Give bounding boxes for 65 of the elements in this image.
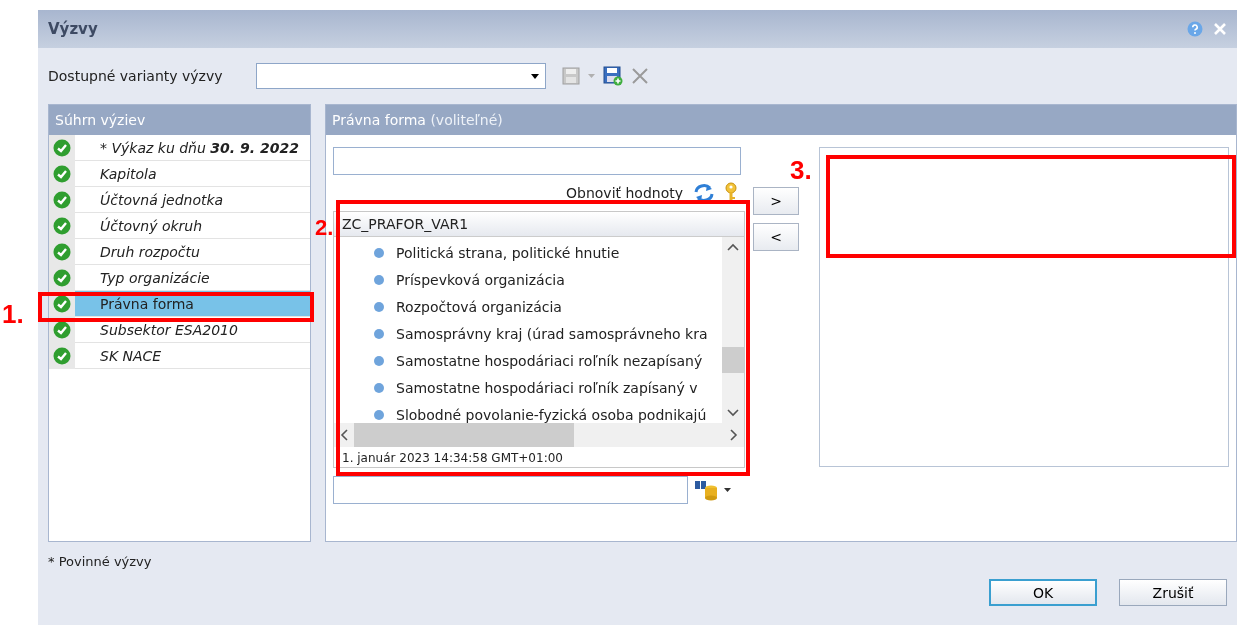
bullet-icon xyxy=(374,247,384,258)
check-icon xyxy=(53,217,71,235)
scroll-thumb[interactable] xyxy=(722,347,744,373)
list-item[interactable]: Samostatne hospodáriaci roľník zapísaný v xyxy=(396,379,698,396)
add-button[interactable]: > xyxy=(753,187,799,215)
list-item[interactable]: Rozpočtová organizácia xyxy=(396,298,562,315)
search-field[interactable] xyxy=(333,476,688,504)
close-icon[interactable] xyxy=(1213,22,1227,36)
scroll-up-icon[interactable] xyxy=(727,243,739,251)
scroll-down-icon[interactable] xyxy=(727,409,739,417)
caret-icon[interactable] xyxy=(724,488,731,492)
delete-icon[interactable] xyxy=(631,67,649,85)
variants-dropdown[interactable] xyxy=(256,63,546,89)
caret-icon xyxy=(531,73,539,79)
summary-item[interactable]: Účtovná jednotka xyxy=(75,187,310,213)
bullet-icon xyxy=(374,301,384,312)
footnote: * Povinné výzvy xyxy=(48,554,152,569)
bullet-icon xyxy=(374,328,384,339)
ok-button[interactable]: OK xyxy=(989,579,1097,606)
bullet-icon xyxy=(374,274,384,285)
bullet-icon xyxy=(374,409,384,420)
filter-field[interactable] xyxy=(333,147,741,175)
scroll-thumb[interactable] xyxy=(354,423,574,447)
help-icon[interactable] xyxy=(1187,21,1203,37)
summary-item[interactable]: Kapitola xyxy=(75,161,310,187)
scroll-right-icon[interactable] xyxy=(730,429,738,441)
list-item[interactable]: Samostatne hospodáriaci roľník nezapísaný xyxy=(396,352,703,369)
remove-button[interactable]: < xyxy=(753,223,799,251)
check-icon xyxy=(53,295,71,313)
annotation-number: 1. xyxy=(2,299,24,330)
check-icon xyxy=(53,165,71,183)
panel-title: Súhrn výziev xyxy=(55,112,146,128)
summary-item[interactable]: Druh rozpočtu xyxy=(75,239,310,265)
vertical-scrollbar[interactable] xyxy=(722,237,744,423)
save-icon[interactable] xyxy=(562,67,580,85)
check-icon xyxy=(53,191,71,209)
horizontal-scrollbar[interactable] xyxy=(334,423,744,447)
refresh-icon[interactable] xyxy=(693,183,715,203)
panel-title: Právna forma (voliteľné) xyxy=(332,112,503,128)
check-icon xyxy=(53,243,71,261)
annotation-number: 3. xyxy=(790,155,812,186)
save-new-icon[interactable] xyxy=(603,66,623,86)
check-icon xyxy=(53,139,71,157)
check-icon xyxy=(53,321,71,339)
check-icon xyxy=(53,269,71,287)
bullet-icon xyxy=(374,382,384,393)
window-title: Výzvy xyxy=(48,20,98,38)
summary-item[interactable]: SK NACE xyxy=(75,343,310,369)
summary-item[interactable]: Účtovný okruh xyxy=(75,213,310,239)
cancel-button[interactable]: Zrušiť xyxy=(1119,579,1227,606)
refresh-label[interactable]: Obnoviť hodnoty xyxy=(566,185,683,201)
check-icon xyxy=(53,347,71,365)
scroll-left-icon[interactable] xyxy=(340,429,348,441)
variants-label: Dostupné varianty výzvy xyxy=(48,68,224,84)
timestamp: 1. január 2023 14:34:58 GMT+01:00 xyxy=(341,450,564,467)
list-item[interactable]: Slobodné povolanie-fyzická osoba podnikajú xyxy=(396,406,707,423)
summary-item[interactable]: * Výkaz ku dňu 30. 9. 2022 xyxy=(75,135,310,161)
list-header: ZC_PRAFOR_VAR1 xyxy=(334,212,744,237)
list-item[interactable]: Politická strana, politické hnutie xyxy=(396,244,620,261)
binoculars-database-icon[interactable] xyxy=(694,479,718,501)
bullet-icon xyxy=(374,355,384,366)
summary-item[interactable]: Subsektor ESA2010 xyxy=(75,317,310,343)
annotation-number: 2. xyxy=(315,215,334,241)
list-item[interactable]: Samosprávny kraj (úrad samosprávneho kra xyxy=(396,325,708,342)
list-item[interactable]: Príspevková organizácia xyxy=(396,271,565,288)
